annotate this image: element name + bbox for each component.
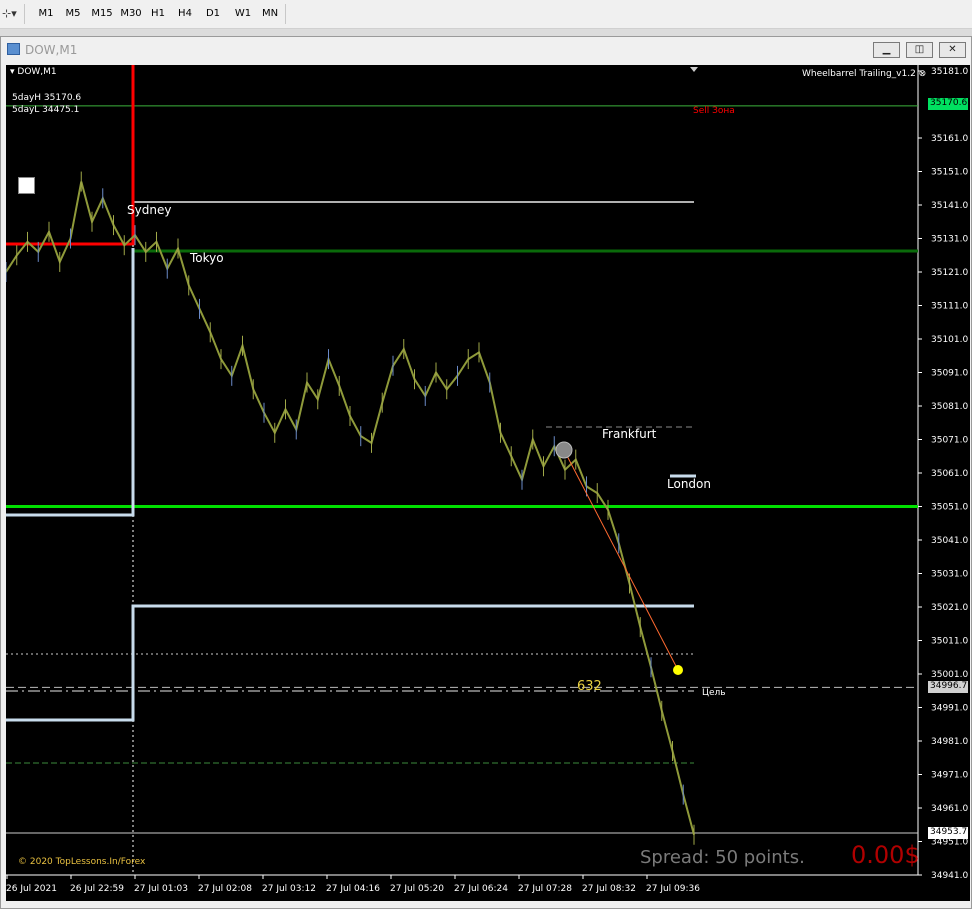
timeframe-h4-button[interactable]: H4 [174,6,196,22]
support-line-1 [6,248,135,517]
chart-window-icon [7,43,20,55]
spread-label: Spread: 50 points. [640,847,805,868]
timeframe-mn-button[interactable]: MN [258,6,282,22]
copyright-label: © 2020 TopLessons.In/Forex [18,857,146,867]
y-tick-label: 35111.0 [931,302,968,312]
y-tick-label: 34981.0 [931,737,968,747]
symbol-label[interactable]: ▾ DOW,M1 [10,67,57,77]
minimize-button[interactable]: ▁ [873,42,900,58]
day-high-price-tag: 35170.6 [928,98,968,110]
x-tick-label: 27 Jul 01:03 [134,884,188,894]
y-tick-label: 34941.0 [931,871,968,881]
x-tick-label: 27 Jul 07:28 [518,884,572,894]
session-sydney: Sydney [127,203,172,217]
y-tick-label: 35121.0 [931,268,968,278]
x-tick-label: 26 Jul 22:59 [70,884,124,894]
y-tick-label: 34991.0 [931,704,968,714]
y-tick-label: 34971.0 [931,771,968,781]
day-low-label: 5dayL 34475.1 [12,105,80,115]
close-button[interactable]: ✕ [939,42,966,58]
fib-anchor-icon[interactable] [555,441,573,459]
restore-button[interactable]: ◫ [906,42,933,58]
x-tick-label: 27 Jul 06:24 [454,884,508,894]
timeframe-w1-button[interactable]: W1 [231,6,255,22]
y-tick-label: 35181.0 [931,67,968,77]
price-line [6,181,695,836]
y-tick-label: 35051.0 [931,503,968,513]
settings-icon[interactable]: ⊗ [919,69,927,79]
y-tick-label: 35071.0 [931,436,968,446]
target-label: Цель [702,688,726,698]
toolbar-divider [24,4,25,24]
y-tick-label: 35141.0 [931,201,968,211]
timeframe-m30-button[interactable]: M30 [117,6,145,22]
timeframe-m1-button[interactable]: M1 [35,6,57,22]
x-tick-label: 27 Jul 02:08 [198,884,252,894]
session-london: London [667,477,711,491]
window-title-bar[interactable]: DOW,M1 ▁ ◫ ✕ [1,37,971,63]
chart-canvas[interactable]: 35181.0 35161.0 35151.0 35141.0 35131.0 35121… [6,65,970,901]
x-tick-label: 27 Jul 05:20 [390,884,444,894]
current-price-tag: 34953.7 [928,827,968,839]
fib-label: 632 [577,679,602,694]
x-tick-label: 27 Jul 03:12 [262,884,316,894]
y-tick-label: 35081.0 [931,402,968,412]
fib-dot[interactable] [673,665,683,675]
window-title: DOW,M1 [25,43,78,57]
sell-zone-label: Sell Зона [693,106,735,116]
close-icon: ✕ [948,44,957,55]
support-line-2 [6,604,694,722]
y-tick-label: 35151.0 [931,168,968,178]
indicator-label: Wheelbarrel Trailing_v1.2 ⊗ [802,69,926,79]
price-chart[interactable]: 35181.0 35161.0 35151.0 35141.0 35131.0 35121… [6,65,970,901]
x-tick-label: 27 Jul 04:16 [326,884,380,894]
x-tick-label: 27 Jul 09:36 [646,884,700,894]
y-tick-label: 35101.0 [931,335,968,345]
timeframe-m5-button[interactable]: M5 [62,6,84,22]
y-tick-label: 35161.0 [931,134,968,144]
minimize-icon: ▁ [882,44,891,55]
session-tokyo: Tokyo [190,251,224,265]
day-high-label: 5dayH 35170.6 [12,93,82,103]
checkbox[interactable] [18,177,35,194]
symbol-text: DOW,M1 [17,67,57,77]
restore-icon: ◫ [914,44,925,55]
y-tick-label: 35031.0 [931,570,968,580]
profit-label: 0.00$ [851,841,920,869]
y-tick-label: 35001.0 [931,670,968,680]
target-price-tag: 34996.7 [928,681,968,693]
timeframe-d1-button[interactable]: D1 [202,6,224,22]
y-tick-label: 35131.0 [931,235,968,245]
y-tick-label: 35061.0 [931,469,968,479]
session-frankfurt: Frankfurt [602,427,657,441]
y-tick-label: 35041.0 [931,536,968,546]
toolbar: ⊹▾ M1 M5 M15 M30 H1 H4 D1 W1 MN [0,0,972,29]
timeframe-m15-button[interactable]: M15 [88,6,116,22]
fib-line [563,449,679,671]
timeframe-h1-button[interactable]: H1 [147,6,169,22]
y-tick-label: 35091.0 [931,369,968,379]
toolbar-divider [285,4,286,24]
x-tick-label: 26 Jul 2021 [6,884,57,894]
y-tick-label: 35011.0 [931,637,968,647]
cursor-tool-icon[interactable]: ⊹▾ [2,6,20,22]
y-tick-label: 34961.0 [931,804,968,814]
x-tick-label: 27 Jul 08:32 [582,884,636,894]
y-tick-label: 34951.0 [931,838,968,848]
shift-marker-icon[interactable] [690,67,698,72]
indicator-name: Wheelbarrel Trailing_v1.2 [802,69,916,79]
y-tick-label: 35021.0 [931,603,968,613]
